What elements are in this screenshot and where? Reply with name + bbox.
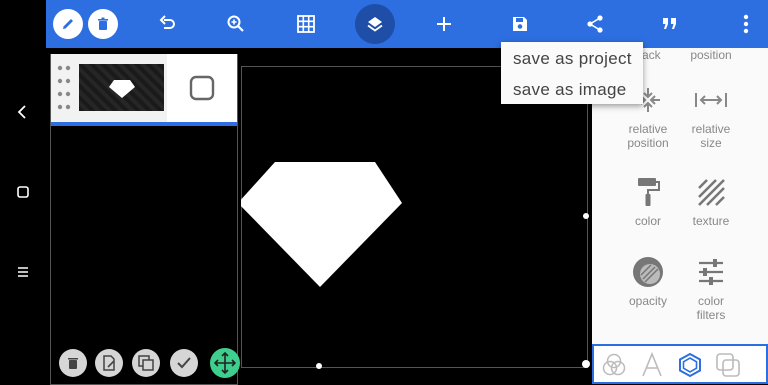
grid-icon[interactable] — [286, 4, 326, 44]
texture-icon — [675, 170, 747, 214]
tool-label: relative — [691, 122, 731, 136]
quote-icon[interactable] — [650, 4, 690, 44]
layer-thumbnail — [79, 64, 164, 111]
delete-layer-icon[interactable] — [59, 349, 87, 377]
tool-position[interactable]: position — [675, 48, 747, 62]
layers-icon[interactable] — [355, 4, 395, 44]
tool-relative-size[interactable]: relative size — [675, 78, 747, 150]
tool-texture[interactable]: texture — [675, 170, 747, 228]
save-icon[interactable] — [500, 4, 540, 44]
blend-circles-icon[interactable] — [596, 350, 632, 380]
add-icon[interactable] — [424, 4, 464, 44]
tool-label: opacity — [628, 294, 668, 308]
top-toolbar — [46, 0, 768, 48]
tool-label: color — [634, 214, 661, 228]
drag-handle-icon[interactable] — [57, 64, 71, 112]
relative-size-icon — [675, 78, 747, 122]
layers-panel — [50, 54, 238, 385]
shape-hexagon-icon[interactable] — [672, 350, 708, 380]
zoom-in-icon[interactable] — [216, 4, 256, 44]
confirm-check-icon[interactable] — [170, 349, 198, 377]
recents-lines-icon[interactable] — [0, 252, 46, 292]
tool-label: relative — [628, 122, 668, 136]
tool-label-line2: size — [700, 136, 722, 150]
home-square-icon[interactable] — [0, 172, 46, 212]
duplicate-layer-icon[interactable] — [132, 349, 160, 377]
tool-label-line2: filters — [696, 308, 726, 322]
tool-opacity[interactable]: opacity — [612, 250, 684, 308]
undo-icon[interactable] — [148, 4, 188, 44]
opacity-icon — [612, 250, 684, 294]
sliders-icon — [675, 250, 747, 294]
system-nav-bar — [0, 0, 46, 384]
bottom-tab-bar — [592, 344, 768, 384]
layers-copy-icon[interactable] — [710, 350, 746, 380]
paint-roller-icon — [612, 170, 684, 214]
layer-actions-bar — [50, 346, 242, 384]
back-chevron-icon[interactable] — [0, 92, 46, 132]
text-A-icon[interactable] — [634, 350, 670, 380]
share-icon[interactable] — [575, 4, 615, 44]
tool-color[interactable]: color — [612, 170, 684, 228]
layer-visibility-toggle[interactable] — [167, 54, 237, 122]
pencil-icon[interactable] — [48, 4, 88, 44]
edit-layer-icon[interactable] — [95, 349, 123, 377]
tool-label: position — [690, 48, 732, 62]
trash-icon[interactable] — [83, 4, 123, 44]
tool-label-line2: position — [627, 136, 669, 150]
save-as-project-item[interactable]: save as project — [501, 43, 643, 74]
save-as-image-item[interactable]: save as image — [501, 74, 643, 105]
save-menu: save as project save as image — [501, 42, 643, 104]
tool-color-filters[interactable]: color filters — [675, 250, 747, 322]
tool-label: texture — [692, 214, 730, 228]
layer-item[interactable] — [51, 54, 237, 126]
tool-label: color — [697, 294, 724, 308]
move-arrows-icon[interactable] — [210, 348, 240, 378]
more-vert-icon[interactable] — [726, 4, 766, 44]
